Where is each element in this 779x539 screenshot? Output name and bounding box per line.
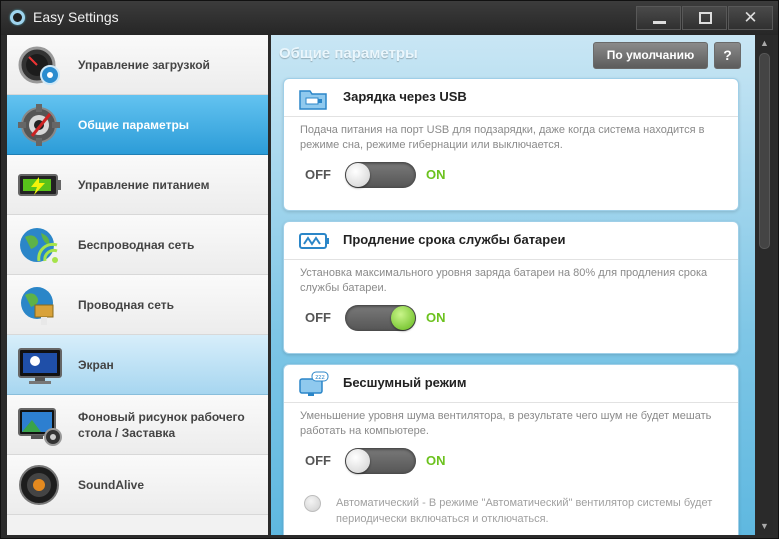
card-title: Зарядка через USB: [343, 89, 467, 104]
card-description: Уменьшение уровня шума вентилятора, в ре…: [300, 410, 712, 437]
auto-mode-label: Автоматический - В режиме "Автоматически…: [336, 497, 713, 525]
usb-charging-toggle[interactable]: [345, 162, 416, 188]
sidebar-item-label: Управление питанием: [78, 178, 210, 192]
window-title: Easy Settings: [33, 9, 119, 25]
usb-folder-icon: [299, 90, 327, 110]
sidebar-item-label: Общие параметры: [78, 118, 190, 132]
scroll-thumb[interactable]: [759, 53, 770, 249]
silent-mode-toggle[interactable]: [345, 448, 416, 474]
card-title: Бесшумный режим: [343, 375, 467, 390]
display-icon: [18, 348, 62, 384]
battery-life-toggle[interactable]: [345, 305, 416, 331]
minimize-icon: [653, 21, 666, 24]
sidebar-item-soundalive[interactable]: SoundAlive: [7, 455, 268, 515]
toggle-off-label: OFF: [305, 310, 331, 325]
toggle-knob: [346, 163, 370, 187]
scroll-down-icon[interactable]: ▼: [756, 518, 773, 535]
sidebar-item-label: Беспроводная сеть: [78, 238, 195, 252]
content-scrollbar[interactable]: ▲ ▼: [756, 35, 773, 535]
battery-life-card: Продление срока службы батареи Установка…: [283, 221, 739, 354]
maximize-button[interactable]: [682, 6, 727, 30]
close-icon: ✕: [743, 8, 758, 28]
close-button[interactable]: ✕: [728, 6, 773, 30]
sidebar-item-wallpaper-screensaver[interactable]: Фоновый рисунок рабочего стола / Заставк…: [7, 395, 268, 455]
card-header: Продление срока службы батареи: [284, 222, 738, 260]
sidebar-item-wired-network[interactable]: Проводная сеть: [7, 275, 268, 335]
wired-network-icon: [21, 287, 54, 325]
sidebar-item-label: Фоновый рисунок рабочего стола / Заставк…: [78, 410, 245, 440]
help-button[interactable]: ?: [714, 42, 741, 69]
silent-mode-icon: zzz: [299, 371, 329, 396]
speaker-icon: [19, 465, 59, 505]
toggle-on-label: ON: [426, 310, 446, 325]
wallpaper-icon: [18, 408, 62, 446]
sidebar-item-boot-management[interactable]: Управление загрузкой: [7, 35, 268, 95]
sidebar-item-display[interactable]: Экран: [7, 335, 268, 395]
battery-icon: [18, 174, 61, 196]
toggle-knob: [346, 449, 370, 473]
section-title: Общие параметры: [279, 45, 418, 62]
title-bar[interactable]: Easy Settings ✕: [1, 1, 778, 35]
toggle-off-label: OFF: [305, 453, 331, 468]
battery-life-icon: [299, 233, 329, 249]
toggle-knob: [391, 306, 415, 330]
auto-mode-radio[interactable]: [304, 495, 321, 512]
usb-charging-card: Зарядка через USB Подача питания на порт…: [283, 78, 739, 211]
scroll-up-icon[interactable]: ▲: [756, 35, 773, 52]
sidebar-item-label: Управление загрузкой: [78, 58, 210, 72]
app-logo-icon: [10, 10, 25, 25]
toggle-on-label: ON: [426, 167, 446, 182]
toggle-off-label: OFF: [305, 167, 331, 182]
speedometer-icon: [18, 46, 60, 85]
card-title: Продление срока службы батареи: [343, 232, 566, 247]
sidebar-item-label: Экран: [78, 358, 114, 372]
sidebar-item-label: SoundAlive: [78, 478, 145, 492]
gear-icon: [18, 104, 60, 146]
minimize-button[interactable]: [636, 6, 681, 30]
card-description: Установка максимального уровня заряда ба…: [300, 267, 708, 294]
sidebar-item-power-management[interactable]: Управление питанием: [7, 155, 268, 215]
sidebar-item-label: Проводная сеть: [78, 298, 174, 312]
sidebar-nav: Управление загрузкой Общие параметры Упр…: [7, 35, 268, 535]
settings-panel: Общие параметры По умолчанию ? Зарядка ч…: [271, 35, 755, 535]
svg-text:zzz: zzz: [315, 374, 324, 381]
maximize-icon: [699, 12, 712, 24]
restore-defaults-button[interactable]: По умолчанию: [593, 42, 708, 69]
card-description: Подача питания на порт USB для подзарядк…: [300, 124, 705, 151]
wifi-globe-icon: [20, 228, 58, 263]
sidebar-item-wireless-network[interactable]: Беспроводная сеть: [7, 215, 268, 275]
card-header: zzz Бесшумный режим: [284, 365, 738, 403]
sidebar-item-general-settings[interactable]: Общие параметры: [7, 95, 268, 155]
silent-mode-card: zzz Бесшумный режим Уменьшение уровня шу…: [283, 364, 739, 535]
easy-settings-window: Easy Settings ✕ Управление загрузкой Общ…: [0, 0, 779, 539]
card-header: Зарядка через USB: [284, 79, 738, 117]
toggle-on-label: ON: [426, 453, 446, 468]
